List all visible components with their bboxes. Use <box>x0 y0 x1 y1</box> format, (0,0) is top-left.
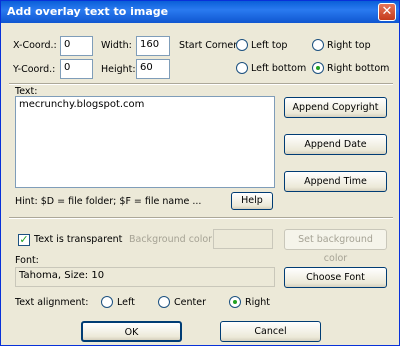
radio-right-top-label: Right top <box>327 40 371 51</box>
y-coord-input[interactable]: 0 <box>60 59 93 79</box>
height-input[interactable]: 60 <box>136 59 170 79</box>
background-color-swatch <box>213 229 273 249</box>
cancel-button[interactable]: Cancel <box>220 321 321 342</box>
align-left-radio[interactable] <box>101 296 113 308</box>
height-label: Height: <box>101 64 136 75</box>
font-display-field: Tahoma, Size: 10 <box>15 267 275 287</box>
help-button[interactable]: Help <box>231 192 273 210</box>
separator-top <box>9 83 393 85</box>
hint-text: Hint: $D = file folder; $F = file name .… <box>15 196 202 207</box>
text-alignment-label: Text alignment: <box>15 297 89 308</box>
align-right-label: Right <box>245 297 271 308</box>
x-coord-label: X-Coord.: <box>13 40 57 51</box>
ok-button[interactable]: OK <box>81 321 182 342</box>
radio-left-top[interactable] <box>236 39 248 51</box>
dialog-window: Add overlay text to image ✕ X-Coord.: 0 … <box>0 0 400 346</box>
align-center-radio[interactable] <box>158 296 170 308</box>
title-bar[interactable]: Add overlay text to image ✕ <box>1 1 399 23</box>
width-input[interactable]: 160 <box>136 36 170 56</box>
append-copyright-button[interactable]: Append Copyright <box>284 97 387 118</box>
radio-right-top[interactable] <box>312 39 324 51</box>
radio-left-bottom[interactable] <box>236 62 248 74</box>
radio-left-top-label: Left top <box>251 40 288 51</box>
choose-font-button[interactable]: Choose Font <box>284 267 387 288</box>
font-label: Font: <box>15 255 39 266</box>
radio-left-bottom-label: Left bottom <box>251 63 307 74</box>
separator-middle <box>9 217 393 219</box>
append-date-button[interactable]: Append Date <box>284 134 387 155</box>
append-time-button[interactable]: Append Time <box>284 171 387 192</box>
radio-right-bottom[interactable] <box>312 62 324 74</box>
close-button[interactable]: ✕ <box>378 3 396 21</box>
background-color-label: Background color <box>129 234 213 245</box>
close-icon: ✕ <box>381 4 393 19</box>
overlay-text-area[interactable]: mecrunchy.blogspot.com <box>15 96 275 188</box>
dialog-title: Add overlay text to image <box>7 5 169 18</box>
y-coord-label: Y-Coord.: <box>13 64 56 75</box>
radio-right-bottom-label: Right bottom <box>327 63 390 74</box>
set-background-color-button[interactable]: Set background color <box>284 229 387 264</box>
align-left-label: Left <box>117 297 135 308</box>
align-right-radio[interactable] <box>229 296 241 308</box>
width-label: Width: <box>101 40 132 51</box>
start-corner-label: Start Corner: <box>179 40 241 51</box>
x-coord-input[interactable]: 0 <box>60 36 93 56</box>
align-center-label: Center <box>174 297 206 308</box>
transparent-label: Text is transparent <box>34 234 123 245</box>
transparent-checkbox[interactable]: ✓ <box>18 234 30 246</box>
